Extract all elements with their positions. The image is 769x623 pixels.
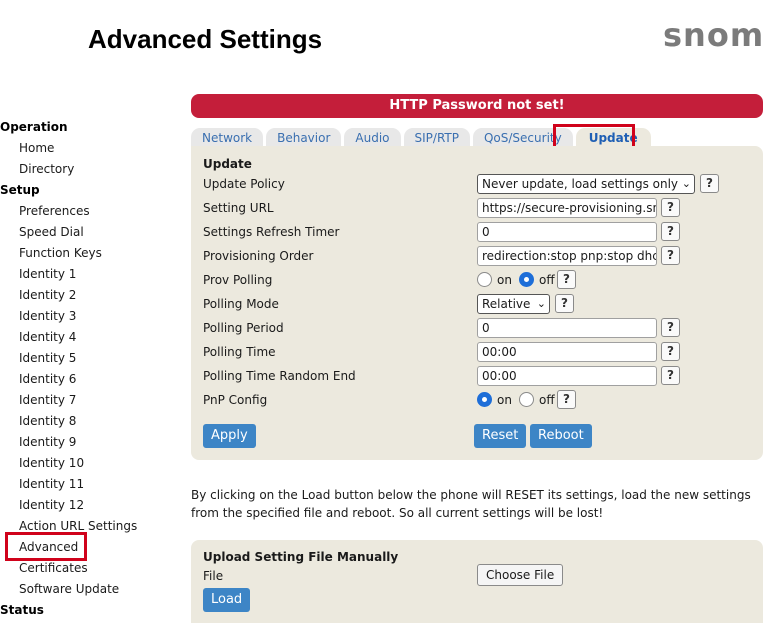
label-file: File (203, 569, 224, 583)
chevron-down-icon: ⌄ (536, 297, 546, 310)
sidebar-item-identity-9[interactable]: Identity 9 (0, 432, 180, 453)
help-icon[interactable]: ? (700, 174, 719, 193)
reboot-button[interactable]: Reboot (530, 424, 592, 448)
sidebar-item-identity-12[interactable]: Identity 12 (0, 495, 180, 516)
tab-qos-security[interactable]: QoS/Security (472, 128, 573, 148)
choose-file-button[interactable]: Choose File (477, 564, 564, 586)
sidebar-item-function-keys[interactable]: Function Keys (0, 243, 180, 264)
help-icon[interactable]: ? (557, 270, 576, 289)
polling-mode-select[interactable]: Relative ⌄ (477, 294, 550, 314)
tab-audio[interactable]: Audio (344, 128, 401, 148)
provisioning-order-input[interactable]: redirection:stop pnp:stop dhcp:stop (477, 246, 657, 266)
pnp-config-off-label: off (539, 393, 555, 407)
sidebar-item-identity-10[interactable]: Identity 10 (0, 453, 180, 474)
chevron-down-icon: ⌄ (681, 177, 691, 190)
sidebar-item-identity-7[interactable]: Identity 7 (0, 390, 180, 411)
label-polling-time: Polling Time (203, 345, 276, 359)
label-setting-url: Setting URL (203, 201, 274, 215)
help-icon[interactable]: ? (661, 246, 680, 265)
help-icon[interactable]: ? (661, 342, 680, 361)
polling-random-end-input[interactable]: 00:00 (477, 366, 657, 386)
help-icon[interactable]: ? (661, 318, 680, 337)
sidebar-item-speed-dial[interactable]: Speed Dial (0, 222, 180, 243)
sidebar-item-identity-2[interactable]: Identity 2 (0, 285, 180, 306)
polling-mode-value: Relative (482, 297, 531, 311)
help-icon[interactable]: ? (661, 366, 680, 385)
sidebar-item-certificates[interactable]: Certificates (0, 558, 180, 579)
password-warning-banner: HTTP Password not set! (191, 94, 763, 118)
sidebar-item-home[interactable]: Home (0, 138, 180, 159)
sidebar-item-advanced[interactable]: Advanced (0, 537, 180, 558)
section-title-update: Update (203, 157, 252, 171)
sidebar-item-identity-4[interactable]: Identity 4 (0, 327, 180, 348)
snom-logo: snom (663, 16, 765, 54)
prov-polling-on-radio[interactable] (477, 272, 492, 287)
help-icon[interactable]: ? (555, 294, 574, 313)
load-button[interactable]: Load (203, 588, 251, 612)
nav-group-operation[interactable]: Operation (0, 117, 180, 138)
pnp-config-on-radio[interactable] (477, 392, 492, 407)
update-policy-select[interactable]: Never update, load settings only ⌄ (477, 174, 695, 194)
sidebar-item-preferences[interactable]: Preferences (0, 201, 180, 222)
label-polling-random-end: Polling Time Random End (203, 369, 356, 383)
page-title: Advanced Settings (88, 24, 323, 54)
update-policy-value: Never update, load settings only (482, 177, 679, 191)
tab-behavior[interactable]: Behavior (266, 128, 342, 148)
label-prov-polling: Prov Polling (203, 273, 273, 287)
label-provisioning-order: Provisioning Order (203, 249, 314, 263)
polling-time-input[interactable]: 00:00 (477, 342, 657, 362)
nav-group-setup[interactable]: Setup (0, 180, 180, 201)
upload-panel: Upload Setting File Manually File Choose… (191, 540, 763, 623)
tab-update[interactable]: Update (575, 128, 651, 148)
reset-warning-text: By clicking on the Load button below the… (191, 488, 751, 520)
label-pnp-config: PnP Config (203, 393, 268, 407)
settings-tabs: Network Behavior Audio SIP/RTP QoS/Secur… (191, 128, 654, 148)
prov-polling-off-label: off (539, 273, 555, 287)
tab-network[interactable]: Network (191, 128, 264, 148)
upload-section-title: Upload Setting File Manually (203, 550, 399, 564)
sidebar-item-identity-11[interactable]: Identity 11 (0, 474, 180, 495)
reset-button[interactable]: Reset (474, 424, 527, 448)
help-icon[interactable]: ? (557, 390, 576, 409)
pnp-config-on-label: on (497, 393, 512, 407)
sidebar-item-identity-8[interactable]: Identity 8 (0, 411, 180, 432)
sidebar-item-identity-3[interactable]: Identity 3 (0, 306, 180, 327)
setting-url-input[interactable]: https://secure-provisioning.snom (477, 198, 657, 218)
prov-polling-off-radio[interactable] (519, 272, 534, 287)
polling-period-input[interactable]: 0 (477, 318, 657, 338)
help-icon[interactable]: ? (661, 198, 680, 217)
sidebar-item-directory[interactable]: Directory (0, 159, 180, 180)
sidebar-item-identity-1[interactable]: Identity 1 (0, 264, 180, 285)
sidebar-item-action-url-settings[interactable]: Action URL Settings (0, 516, 180, 537)
help-icon[interactable]: ? (661, 222, 680, 241)
sidebar-item-identity-5[interactable]: Identity 5 (0, 348, 180, 369)
refresh-timer-input[interactable]: 0 (477, 222, 657, 242)
update-panel: Update Update Policy Never update, load … (191, 146, 763, 460)
tab-sip-rtp[interactable]: SIP/RTP (403, 128, 470, 148)
label-update-policy: Update Policy (203, 177, 285, 191)
prov-polling-on-label: on (497, 273, 512, 287)
sidebar-nav: Operation Home Directory Setup Preferenc… (0, 117, 180, 621)
label-polling-period: Polling Period (203, 321, 284, 335)
pnp-config-off-radio[interactable] (519, 392, 534, 407)
nav-group-status[interactable]: Status (0, 600, 180, 621)
apply-button[interactable]: Apply (203, 424, 256, 448)
sidebar-item-software-update[interactable]: Software Update (0, 579, 180, 600)
sidebar-item-identity-6[interactable]: Identity 6 (0, 369, 180, 390)
label-refresh-timer: Settings Refresh Timer (203, 225, 340, 239)
label-polling-mode: Polling Mode (203, 297, 279, 311)
